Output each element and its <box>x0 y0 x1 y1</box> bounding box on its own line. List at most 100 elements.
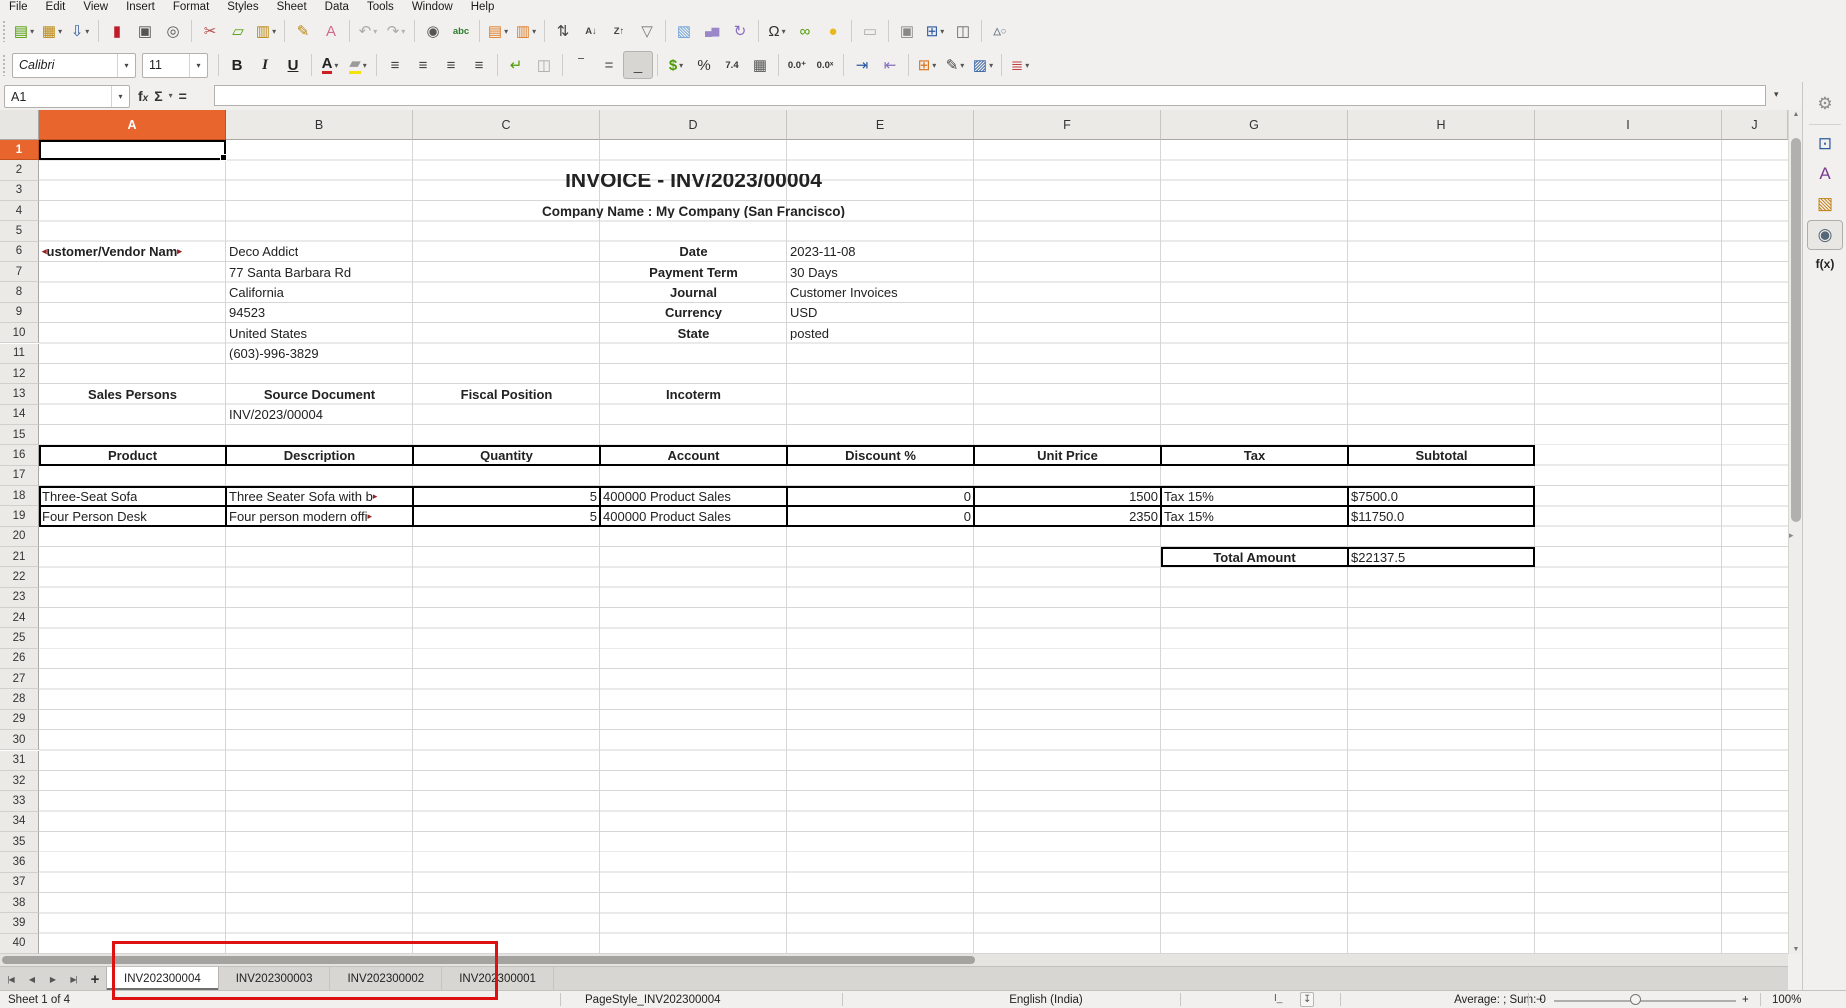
open-dropdown-icon[interactable]: ▾ <box>58 27 62 36</box>
navigator-icon[interactable]: ◉ <box>1807 220 1843 250</box>
cell-E7[interactable]: 30 Days <box>787 262 974 282</box>
column-header-I[interactable]: I <box>1535 110 1722 140</box>
row-header-3[interactable]: 3 <box>0 181 39 201</box>
sheet-tab-INV202300004[interactable]: INV202300004 <box>106 967 219 991</box>
delete-decimal-icon[interactable]: 0.0ˣ <box>811 52 839 78</box>
sort-descending-icon[interactable]: Z↑ <box>605 18 633 44</box>
row-header-31[interactable]: 31 <box>0 751 39 771</box>
menu-view[interactable]: View <box>74 0 117 14</box>
cell-E19[interactable]: 0 <box>787 506 974 526</box>
justified-icon[interactable]: ≡ <box>465 52 493 78</box>
cell-D10[interactable]: State <box>600 323 787 343</box>
row-header-11[interactable]: 11 <box>0 344 39 364</box>
paste-dropdown-icon[interactable]: ▾ <box>272 27 276 36</box>
menu-file[interactable]: File <box>0 0 37 14</box>
highlighting-color-icon[interactable]: ▰▾ <box>344 52 372 78</box>
cell-E6[interactable]: 2023-11-08 <box>787 242 974 262</box>
format-number-icon[interactable]: 7.4 <box>718 52 746 78</box>
menu-edit[interactable]: Edit <box>37 0 75 14</box>
font-name-select[interactable]: Calibri ▾ <box>12 53 136 78</box>
conditional-formatting-icon[interactable]: ≣▾ <box>1006 52 1034 78</box>
special-character-dropdown-icon[interactable]: ▾ <box>782 27 786 36</box>
column-header-D[interactable]: D <box>600 110 787 140</box>
row-header-2[interactable]: 2 <box>0 160 39 180</box>
select-function-icon[interactable]: Σ <box>154 88 162 104</box>
font-color-dropdown-icon[interactable]: ▾ <box>334 61 338 70</box>
toolbar-drag-handle[interactable] <box>2 54 7 76</box>
insert-columns-icon[interactable]: ▥▾ <box>512 18 540 44</box>
sidebar-settings-icon[interactable]: ⚙ <box>1803 90 1846 118</box>
functions-icon[interactable]: f(x) <box>1803 250 1846 278</box>
cell-C19[interactable]: 5 <box>413 506 600 526</box>
cell-C13[interactable]: Fiscal Position <box>413 384 600 404</box>
formula-icon[interactable]: = <box>179 88 187 104</box>
next-sheet-icon[interactable]: ▶ <box>42 967 63 991</box>
sheet-tab-INV202300003[interactable]: INV202300003 <box>219 967 331 991</box>
cell-E18[interactable]: 0 <box>787 486 974 506</box>
align-center-icon[interactable]: ≡ <box>409 52 437 78</box>
column-header-F[interactable]: F <box>974 110 1161 140</box>
cell-B8[interactable]: California <box>226 282 413 302</box>
cell-A13[interactable]: Sales Persons <box>39 384 226 404</box>
paste-icon[interactable]: ▥▾ <box>252 18 280 44</box>
insert-comment-icon[interactable]: ● <box>819 18 847 44</box>
column-header-B[interactable]: B <box>226 110 413 140</box>
freeze-panes-icon[interactable]: ⊞▾ <box>921 18 949 44</box>
scroll-down-icon[interactable]: ▼ <box>1789 946 1803 953</box>
font-name-dropdown-icon[interactable]: ▾ <box>117 54 135 77</box>
cell-B4[interactable]: Company Name : My Company (San Francisco… <box>226 201 1161 221</box>
row-header-21[interactable]: 21 <box>0 547 39 567</box>
decrease-indent-icon[interactable]: ⇤ <box>876 52 904 78</box>
expand-formula-bar-icon[interactable]: ▾ <box>1774 89 1779 100</box>
row-header-40[interactable]: 40 <box>0 934 39 954</box>
horizontal-scrollbar-thumb[interactable] <box>2 956 975 964</box>
cell-D9[interactable]: Currency <box>600 303 787 323</box>
row-header-29[interactable]: 29 <box>0 710 39 730</box>
cell-F16[interactable]: Unit Price <box>974 445 1161 465</box>
underline-icon[interactable]: U <box>279 52 307 78</box>
cell-B14[interactable]: INV/2023/00004 <box>226 405 413 425</box>
row-header-28[interactable]: 28 <box>0 689 39 709</box>
cell-H21[interactable]: $22137.5 <box>1348 547 1535 567</box>
sheet-tab-INV202300002[interactable]: INV202300002 <box>330 967 442 991</box>
menu-styles[interactable]: Styles <box>218 0 267 14</box>
last-sheet-icon[interactable]: ▶| <box>63 967 84 991</box>
menu-tools[interactable]: Tools <box>358 0 403 14</box>
row-header-5[interactable]: 5 <box>0 221 39 241</box>
print-preview-icon[interactable]: ◎ <box>159 18 187 44</box>
row-header-8[interactable]: 8 <box>0 282 39 302</box>
font-size-select[interactable]: 11 ▾ <box>142 53 208 78</box>
cell-G16[interactable]: Tax <box>1161 445 1348 465</box>
add-decimal-icon[interactable]: 0.0⁺ <box>783 52 811 78</box>
name-box-dropdown-icon[interactable]: ▾ <box>111 86 129 107</box>
sum-dropdown-icon[interactable]: ▾ <box>169 91 173 100</box>
find-replace-icon[interactable]: ◉ <box>419 18 447 44</box>
styles-icon[interactable]: A <box>1803 160 1846 188</box>
previous-sheet-icon[interactable]: ◀ <box>21 967 42 991</box>
vertical-scrollbar-thumb[interactable] <box>1791 138 1801 522</box>
wrap-text-icon[interactable]: ↵ <box>502 52 530 78</box>
row-header-1[interactable]: 1 <box>0 140 39 160</box>
row-header-30[interactable]: 30 <box>0 730 39 750</box>
export-pdf-icon[interactable]: ▮ <box>103 18 131 44</box>
freeze-panes-dropdown-icon[interactable]: ▾ <box>940 27 944 36</box>
cell-A19[interactable]: Four Person Desk <box>39 506 226 526</box>
cell-H16[interactable]: Subtotal <box>1348 445 1535 465</box>
cell-C16[interactable]: Quantity <box>413 445 600 465</box>
add-sheet-button[interactable]: + <box>84 967 106 991</box>
cell-H18[interactable]: $7500.0 <box>1348 486 1535 506</box>
gallery-icon[interactable]: ▧ <box>1803 190 1846 218</box>
cell-B19[interactable]: Four person modern offi▸ <box>226 506 413 526</box>
cell-B2[interactable]: INVOICE - INV/2023/00004 <box>226 160 1161 201</box>
align-bottom-icon[interactable]: _ <box>623 51 653 79</box>
draw-functions-icon[interactable]: △○ <box>986 18 1014 44</box>
cell-G19[interactable]: Tax 15% <box>1161 506 1348 526</box>
insert-chart-icon[interactable]: ▄▆ <box>698 18 726 44</box>
cell-D6[interactable]: Date <box>600 242 787 262</box>
document-modified-icon[interactable]: ↧ <box>1300 992 1314 1007</box>
cell-B7[interactable]: 77 Santa Barbara Rd <box>226 262 413 282</box>
format-date-icon[interactable]: ▦ <box>746 52 774 78</box>
cell-G21[interactable]: Total Amount <box>1161 547 1348 567</box>
row-header-16[interactable]: 16 <box>0 445 39 465</box>
center-vertically-icon[interactable]: = <box>595 52 623 78</box>
